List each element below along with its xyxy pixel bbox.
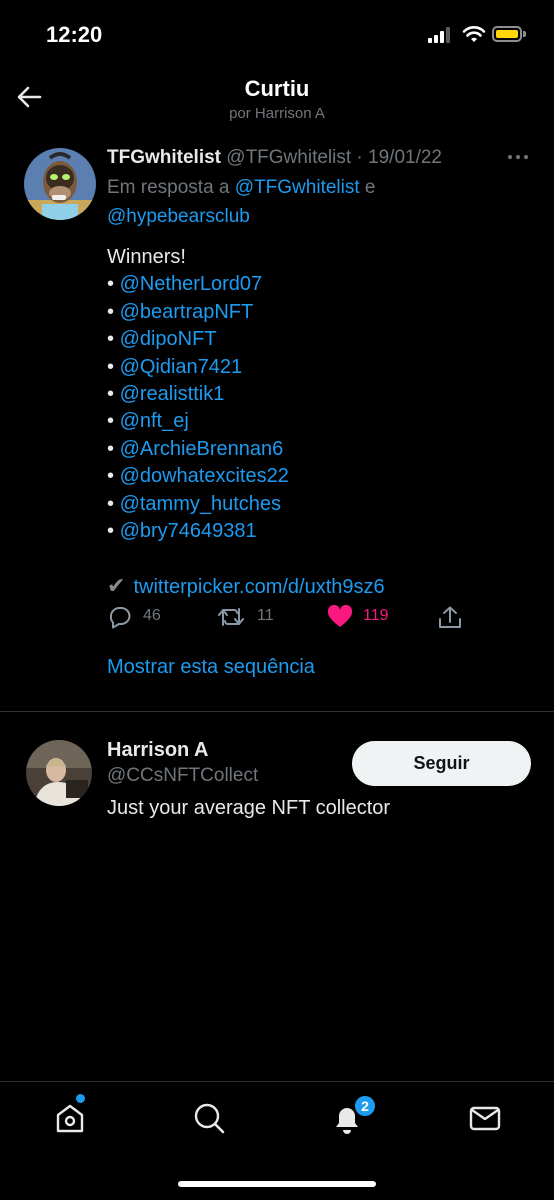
heart-icon [327, 605, 353, 627]
mail-icon [469, 1106, 501, 1131]
tab-messages[interactable] [467, 1100, 503, 1136]
user-name[interactable]: Harrison A [107, 739, 209, 762]
avatar[interactable] [26, 740, 92, 806]
winner-item: • @NetherLord07 [107, 273, 263, 296]
winner-item: • @tammy_hutches [107, 492, 282, 515]
tweet-intro: Winners! [107, 246, 186, 268]
person-photo-image [26, 740, 92, 806]
mention-link[interactable]: @dowhatexcites22 [120, 465, 289, 487]
divider [0, 711, 554, 712]
reply-context: Em resposta a @TFGwhitelist e @hypebears… [107, 173, 537, 231]
winner-item: • @nft_ej [107, 410, 189, 433]
winner-item: • @realisttik1 [107, 383, 225, 406]
header: Curtiu por Harrison A [0, 70, 554, 130]
mention-link[interactable]: @tammy_hutches [120, 493, 281, 515]
share-button[interactable] [437, 600, 467, 634]
tweet-link-row: ✔ twitterpicker.com/d/uxth9sz6 [107, 572, 537, 601]
status-time: 12:20 [46, 22, 103, 47]
separator: · [351, 147, 369, 168]
tweet[interactable]: TFGwhitelist @TFGwhitelist · 19/01/22 Em… [0, 140, 554, 710]
mention-link[interactable]: @NetherLord07 [120, 273, 263, 295]
reply-user-link[interactable]: @hypebearsclub [107, 206, 250, 227]
winner-item: • @Qidian7421 [107, 355, 243, 378]
comment-icon [109, 607, 131, 629]
unread-dot [76, 1094, 85, 1103]
retweet-button[interactable]: 11 [217, 600, 297, 634]
external-link[interactable]: twitterpicker.com/d/uxth9sz6 [133, 576, 384, 598]
reply-button[interactable]: 46 [107, 600, 187, 634]
tweet-actions: 46 11 119 [107, 600, 537, 634]
mention-link[interactable]: @Qidian7421 [120, 356, 243, 378]
user-handle[interactable]: @TFGwhitelist [226, 147, 351, 168]
mention-link[interactable]: @realisttik1 [120, 383, 225, 405]
battery-cap [523, 31, 526, 37]
winner-item: • @bry74649381 [107, 520, 257, 543]
user-bio: Just your average NFT collector [107, 797, 391, 819]
user-handle[interactable]: @CCsNFTCollect [107, 765, 258, 787]
ape-avatar-image [24, 148, 96, 220]
show-thread-link[interactable]: Mostrar esta sequência [107, 656, 315, 679]
search-icon [194, 1103, 225, 1134]
like-count: 119 [363, 607, 389, 624]
mention-link[interactable]: @dipoNFT [120, 328, 217, 350]
reply-count: 46 [143, 607, 161, 624]
reply-joiner: e [359, 177, 376, 198]
status-bar: 12:20 [0, 0, 554, 70]
tweet-body: TFGwhitelist @TFGwhitelist · 19/01/22 Em… [107, 140, 537, 602]
home-indicator[interactable] [178, 1181, 376, 1187]
user-card[interactable]: Harrison A @CCsNFTCollect Just your aver… [0, 722, 554, 842]
tab-search[interactable] [191, 1100, 227, 1136]
check-icon: ✔ [107, 573, 126, 599]
wifi-icon [462, 26, 486, 42]
reply-prefix: Em resposta a [107, 177, 230, 198]
tabbar-divider [0, 1081, 554, 1082]
share-icon [439, 606, 461, 628]
cellular-signal-icon [428, 27, 454, 43]
reply-user-link[interactable]: @TFGwhitelist [235, 177, 360, 198]
avatar[interactable] [24, 148, 96, 220]
display-name[interactable]: TFGwhitelist [107, 147, 221, 168]
mention-link[interactable]: @ArchieBrennan6 [120, 438, 284, 460]
winner-item: • @dipoNFT [107, 328, 217, 351]
tweet-text: Winners! • @NetherLord07 • @beartrapNFT … [107, 244, 537, 602]
mention-link[interactable]: @nft_ej [120, 410, 189, 432]
retweet-icon [218, 608, 244, 626]
tweet-header: TFGwhitelist @TFGwhitelist · 19/01/22 [107, 140, 537, 176]
tab-home[interactable] [52, 1100, 88, 1136]
winner-item: • @dowhatexcites22 [107, 465, 289, 488]
home-icon [56, 1104, 84, 1133]
battery-icon [492, 26, 522, 42]
winner-item: • @ArchieBrennan6 [107, 437, 284, 460]
mention-link[interactable]: @beartrapNFT [120, 301, 254, 323]
page-title: Curtiu [244, 76, 310, 101]
mention-link[interactable]: @bry74649381 [120, 520, 257, 542]
page-subtitle: por Harrison A [229, 105, 325, 122]
follow-button[interactable]: Seguir [352, 741, 531, 786]
winner-item: • @beartrapNFT [107, 300, 254, 323]
like-button[interactable]: 119 [327, 600, 417, 634]
retweet-count: 11 [257, 607, 274, 624]
notifications-badge: 2 [353, 1094, 377, 1118]
tweet-date[interactable]: 19/01/22 [368, 147, 442, 168]
